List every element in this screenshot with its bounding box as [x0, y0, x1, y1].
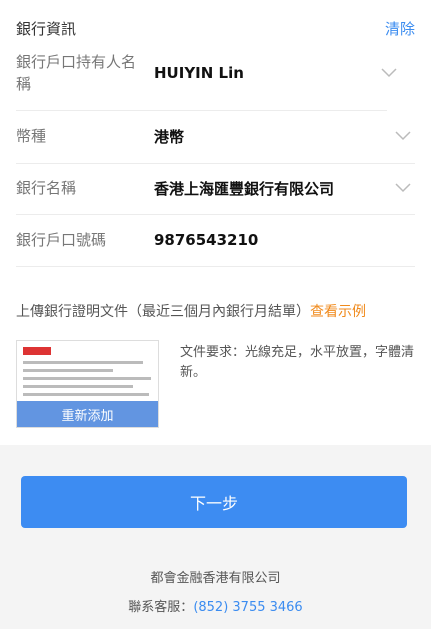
bank-name-value[interactable]: 香港上海匯豐銀行有限公司 — [154, 178, 391, 199]
document-line — [23, 385, 133, 388]
document-line — [23, 361, 143, 364]
upload-instruction: 上傳銀行證明文件（最近三個月內銀行月結單）查看示例 — [16, 301, 421, 321]
chevron-down-icon[interactable] — [391, 176, 415, 200]
divider — [16, 110, 387, 111]
account-number-label: 銀行戶口號碼 — [16, 231, 107, 249]
bank-statement-thumbnail[interactable]: 重新添加 — [16, 340, 159, 428]
document-logo — [23, 347, 51, 355]
section-header: 銀行資訊 清除 — [16, 14, 415, 42]
footer: 下一步 都會金融香港有限公司 聯系客服：(852) 3755 3466 — [0, 445, 431, 629]
divider — [16, 266, 415, 267]
account-number-input[interactable]: 9876543210 — [154, 231, 415, 249]
upload-instruction-text: 上傳銀行證明文件（最近三個月內銀行月結單） — [16, 304, 310, 320]
account-holder-label: 銀行戶口持有人名稱 — [16, 53, 137, 93]
account-holder-row[interactable]: 銀行戶口持有人名稱 HUIYIN Lin — [16, 47, 415, 99]
document-line — [23, 377, 151, 380]
company-name: 都會金融香港有限公司 — [150, 571, 281, 586]
divider — [16, 163, 415, 164]
chevron-down-icon[interactable] — [391, 124, 415, 148]
section-title: 銀行資訊 — [16, 19, 77, 38]
clear-button[interactable]: 清除 — [385, 18, 415, 39]
chevron-down-icon[interactable] — [377, 61, 401, 85]
bank-name-label: 銀行名稱 — [16, 179, 77, 197]
account-holder-value[interactable]: HUIYIN Lin — [146, 64, 377, 82]
next-step-button[interactable]: 下一步 — [21, 476, 407, 528]
account-number-row[interactable]: 銀行戶口號碼 9876543210 — [16, 222, 415, 258]
contact-label: 聯系客服： — [128, 600, 194, 615]
phone-link[interactable]: (852) 3755 3466 — [193, 600, 302, 615]
currency-row[interactable]: 幣種 港幣 — [16, 118, 415, 154]
document-line — [23, 369, 113, 372]
file-requirement-text: 文件要求：光線充足，水平放置，字體清新。 — [180, 345, 415, 380]
bank-info-form: 銀行資訊 清除 銀行戶口持有人名稱 HUIYIN Lin 幣種 港幣 銀行名稱 … — [0, 0, 431, 445]
document-line — [23, 393, 149, 396]
re-add-button[interactable]: 重新添加 — [17, 401, 158, 427]
divider — [16, 214, 415, 215]
currency-value[interactable]: 港幣 — [154, 126, 391, 147]
bank-name-row[interactable]: 銀行名稱 香港上海匯豐銀行有限公司 — [16, 170, 415, 206]
customer-service: 聯系客服：(852) 3755 3466 — [0, 596, 431, 615]
view-example-link[interactable]: 查看示例 — [310, 304, 366, 320]
currency-label: 幣種 — [16, 127, 47, 145]
